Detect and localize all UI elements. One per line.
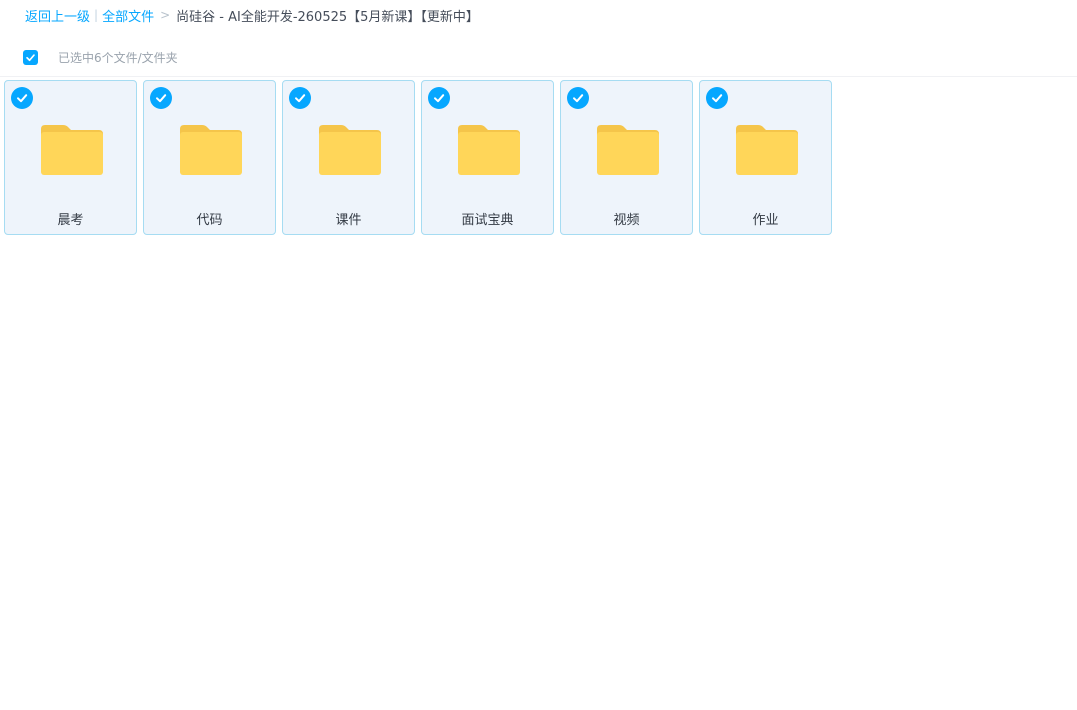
selected-check-icon[interactable]	[150, 87, 172, 109]
folder-icon	[180, 125, 242, 175]
selection-count-text: 已选中6个文件/文件夹	[58, 51, 178, 65]
back-link[interactable]: 返回上一级	[25, 6, 90, 25]
breadcrumb-arrow-icon: >	[160, 8, 171, 22]
selected-check-icon[interactable]	[11, 87, 33, 109]
folder-name[interactable]: 作业	[700, 209, 831, 228]
checkmark-icon	[26, 54, 35, 62]
folder-card[interactable]: 晨考	[4, 80, 137, 235]
selected-check-icon[interactable]	[428, 87, 450, 109]
breadcrumb-divider: |	[94, 8, 99, 22]
folder-name[interactable]: 视频	[561, 209, 692, 228]
selection-bar: 已选中6个文件/文件夹	[0, 45, 1077, 77]
folder-name[interactable]: 课件	[283, 209, 414, 228]
folder-card[interactable]: 作业	[699, 80, 832, 235]
file-grid: 晨考 代码 课件 面试宝典 视频 作业	[4, 80, 838, 235]
folder-icon	[319, 125, 381, 175]
folder-icon	[736, 125, 798, 175]
folder-name[interactable]: 代码	[144, 209, 275, 228]
folder-card[interactable]: 代码	[143, 80, 276, 235]
current-folder-title: 尚硅谷 - AI全能开发-260525【5月新课】【更新中】	[176, 9, 479, 25]
folder-card[interactable]: 视频	[560, 80, 693, 235]
select-all-checkbox[interactable]	[23, 50, 38, 65]
folder-name[interactable]: 面试宝典	[422, 209, 553, 228]
folder-icon	[41, 125, 103, 175]
folder-icon	[458, 125, 520, 175]
selected-check-icon[interactable]	[567, 87, 589, 109]
selected-check-icon[interactable]	[706, 87, 728, 109]
folder-card[interactable]: 面试宝典	[421, 80, 554, 235]
all-files-link[interactable]: 全部文件	[102, 6, 154, 25]
selected-check-icon[interactable]	[289, 87, 311, 109]
folder-card[interactable]: 课件	[282, 80, 415, 235]
breadcrumb: 返回上一级 | 全部文件 > 尚硅谷 - AI全能开发-260525【5月新课】…	[25, 5, 479, 25]
folder-name[interactable]: 晨考	[5, 209, 136, 228]
folder-icon	[597, 125, 659, 175]
